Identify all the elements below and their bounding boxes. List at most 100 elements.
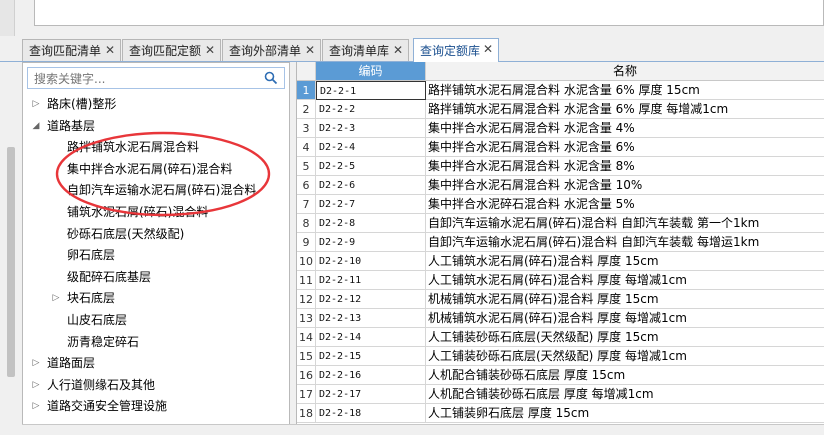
code-cell[interactable]: D2-2-2 (316, 100, 426, 119)
row-number[interactable]: 7 (297, 195, 316, 214)
name-cell[interactable]: 集中拌合水泥石屑混合料 水泥含量 6% (426, 138, 824, 157)
expand-arrow-icon[interactable]: ▷ (51, 288, 61, 308)
row-number[interactable]: 8 (297, 214, 316, 233)
tab-query-match-list[interactable]: 查询匹配清单 ✕ (22, 39, 121, 61)
code-cell[interactable]: D2-2-1 (316, 81, 426, 100)
column-header-code[interactable]: 编码 (316, 62, 426, 81)
tree-item[interactable]: 级配碎石底基层 (67, 267, 151, 287)
name-cell[interactable]: 人工铺装砂砾石底层(天然级配) 厚度 每增减1cm (426, 347, 824, 366)
expand-arrow-icon[interactable]: ◢ (31, 116, 41, 136)
row-number[interactable]: 14 (297, 328, 316, 347)
row-number[interactable]: 5 (297, 157, 316, 176)
code-cell[interactable]: D2-2-7 (316, 195, 426, 214)
expand-arrow-icon[interactable]: ▷ (31, 375, 41, 395)
code-cell[interactable]: D2-2-10 (316, 252, 426, 271)
top-toolbar-area (0, 0, 824, 36)
tree-item[interactable]: 卵石底层 (67, 245, 115, 265)
search-box[interactable] (27, 67, 285, 89)
name-cell[interactable]: 人工铺装卵石底层 厚度 15cm (426, 404, 824, 423)
code-cell[interactable]: D2-2-8 (316, 214, 426, 233)
tab-query-external-list[interactable]: 查询外部清单 ✕ (222, 39, 321, 61)
tree-item[interactable]: ▷ 路床(槽)整形 (33, 94, 117, 114)
name-cell[interactable]: 人机配合铺装砂砾石底层 厚度 15cm (426, 366, 824, 385)
tree-item[interactable]: ▷ 道路面层 (33, 353, 95, 373)
code-cell[interactable]: D2-2-3 (316, 119, 426, 138)
close-icon[interactable]: ✕ (305, 43, 315, 57)
close-icon[interactable]: ✕ (483, 42, 493, 56)
name-cell[interactable]: 机械铺筑水泥石屑(碎石)混合料 厚度 15cm (426, 290, 824, 309)
code-cell[interactable]: D2-2-18 (316, 404, 426, 423)
code-cell[interactable]: D2-2-5 (316, 157, 426, 176)
top-input-box[interactable] (34, 0, 824, 26)
row-number[interactable]: 11 (297, 271, 316, 290)
row-number[interactable]: 13 (297, 309, 316, 328)
expand-arrow-icon[interactable]: ▷ (31, 94, 41, 114)
name-cell[interactable]: 集中拌合水泥石屑混合料 水泥含量 10% (426, 176, 824, 195)
left-scrollbar[interactable] (3, 62, 19, 434)
tab-bar: 查询匹配清单 ✕ 查询匹配定额 ✕ 查询外部清单 ✕ 查询清单库 ✕ 查询定额库… (0, 36, 824, 62)
row-number[interactable]: 16 (297, 366, 316, 385)
name-cell[interactable]: 人工铺筑水泥石屑(碎石)混合料 厚度 每增减1cm (426, 271, 824, 290)
close-icon[interactable]: ✕ (205, 43, 215, 57)
row-number[interactable]: 3 (297, 119, 316, 138)
name-cell[interactable]: 集中拌合水泥石屑混合料 水泥含量 4% (426, 119, 824, 138)
tree-item-label: 卵石底层 (67, 248, 116, 263)
tree-item[interactable]: 沥青稳定碎石 (67, 332, 139, 352)
code-cell[interactable]: D2-2-11 (316, 271, 426, 290)
header-corner (297, 62, 316, 81)
tab-query-list-library[interactable]: 查询清单库 ✕ (322, 39, 409, 61)
row-number[interactable]: 4 (297, 138, 316, 157)
name-cell[interactable]: 人机配合铺装砂砾石底层 厚度 每增减1cm (426, 385, 824, 404)
row-number[interactable]: 18 (297, 404, 316, 423)
code-cell[interactable]: D2-2-14 (316, 328, 426, 347)
name-cell[interactable]: 人工铺筑水泥石屑(碎石)混合料 厚度 15cm (426, 252, 824, 271)
quota-table: 编码 名称 1 D2-2-1 路拌铺筑水泥石屑混合料 水泥含量 6% 厚度 15cm… (296, 62, 824, 434)
tree-item-label: 山皮石底层 (67, 313, 128, 327)
row-number[interactable]: 1 (297, 81, 316, 100)
code-cell[interactable]: D2-2-12 (316, 290, 426, 309)
column-header-name[interactable]: 名称 (426, 62, 824, 81)
name-cell[interactable]: 人工铺装砂砾石底层(天然级配) 厚度 15cm (426, 328, 824, 347)
code-cell[interactable]: D2-2-13 (316, 309, 426, 328)
row-number[interactable]: 12 (297, 290, 316, 309)
code-cell[interactable]: D2-2-17 (316, 385, 426, 404)
row-number[interactable]: 10 (297, 252, 316, 271)
row-number[interactable]: 15 (297, 347, 316, 366)
name-cell[interactable]: 自卸汽车运输水泥石屑(碎石)混合料 自卸汽车装载 第一个1km (426, 214, 824, 233)
name-cell[interactable]: 路拌铺筑水泥石屑混合料 水泥含量 6% 厚度 每增减1cm (426, 100, 824, 119)
name-cell[interactable]: 集中拌合水泥碎石混合料 水泥含量 5% (426, 195, 824, 214)
row-number[interactable]: 2 (297, 100, 316, 119)
tree-item[interactable]: 砂砾石底层(天然级配) (67, 224, 184, 244)
tree-item[interactable]: ▷ 人行道侧缘石及其他 (33, 375, 155, 395)
name-cell[interactable]: 自卸汽车运输水泥石屑(碎石)混合料 自卸汽车装载 每增运1km (426, 233, 824, 252)
row-number[interactable]: 9 (297, 233, 316, 252)
name-cell[interactable]: 集中拌合水泥石屑混合料 水泥含量 8% (426, 157, 824, 176)
code-cell[interactable]: D2-2-6 (316, 176, 426, 195)
code-cell[interactable]: D2-2-4 (316, 138, 426, 157)
tab-label: 查询外部清单 (229, 44, 302, 58)
tree-item-label: 路床(槽)整形 (47, 97, 117, 111)
scrollbar-thumb[interactable] (7, 147, 15, 377)
search-input[interactable] (32, 69, 256, 89)
tab-query-quota-library[interactable]: 查询定额库 ✕ (413, 38, 499, 62)
row-number[interactable]: 17 (297, 385, 316, 404)
close-icon[interactable]: ✕ (105, 43, 115, 57)
code-cell[interactable]: D2-2-16 (316, 366, 426, 385)
tree-item[interactable]: ▷ 块石底层 (53, 288, 115, 308)
close-icon[interactable]: ✕ (393, 43, 403, 57)
tab-query-match-quota[interactable]: 查询匹配定额 ✕ (122, 39, 221, 61)
tree-item[interactable]: 山皮石底层 (67, 310, 127, 330)
tree-item-label: 级配碎石底基层 (67, 269, 152, 284)
expand-arrow-icon[interactable]: ▷ (31, 353, 41, 373)
code-cell[interactable]: D2-2-9 (316, 233, 426, 252)
name-cell[interactable]: 机械铺筑水泥石屑(碎石)混合料 厚度 每增减1cm (426, 309, 824, 328)
tree-item-label: 道路交通安全管理设施 (47, 399, 168, 414)
row-number[interactable]: 6 (297, 176, 316, 195)
tree-item[interactable]: ▷ 道路交通安全管理设施 (33, 396, 168, 416)
tab-label: 查询定额库 (420, 44, 481, 58)
name-cell[interactable]: 路拌铺筑水泥石屑混合料 水泥含量 6% 厚度 15cm (426, 81, 824, 100)
code-cell[interactable]: D2-2-15 (316, 347, 426, 366)
tree-item-label: 砂砾石底层(天然级配) (67, 226, 185, 241)
expand-arrow-icon[interactable]: ▷ (31, 396, 41, 416)
search-icon[interactable] (263, 70, 279, 86)
